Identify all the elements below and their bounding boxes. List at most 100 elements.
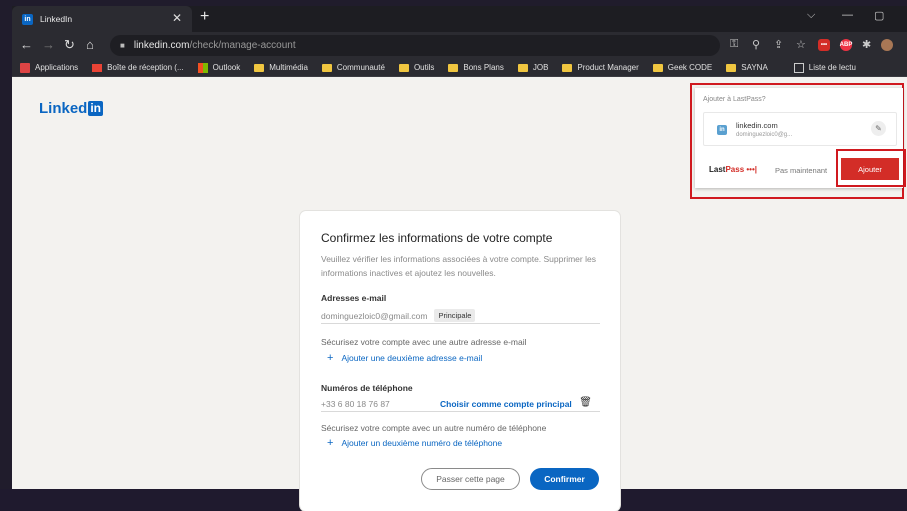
tab-linkedin[interactable]: in LinkedIn ✕ [12,6,192,32]
bookmark-label: Boîte de réception (... [107,63,184,72]
gmail-icon [92,63,103,72]
lastpass-user: dominguezloic0@g... [736,132,793,138]
bookmark-folder[interactable]: Outils [398,63,435,72]
folder-icon [448,63,459,72]
edit-pencil-icon[interactable]: ✎ [871,121,886,136]
profile-avatar[interactable] [881,39,893,51]
bookmark-folder[interactable]: Bons Plans [448,63,504,72]
lastpass-site-item[interactable]: in linkedin.com dominguezloic0@g... ✎ [703,112,897,146]
folder-icon [652,63,663,72]
bookmark-folder[interactable]: SAYNA [726,63,768,72]
extensions-puzzle-icon[interactable]: ✱ [862,38,871,51]
phone-section-title: Numéros de téléphone [321,383,413,393]
maximize-icon[interactable]: ▢ [874,9,884,22]
bookmark-label: Multimédia [269,63,308,72]
bookmark-label: Applications [35,63,79,72]
bookmark-folder[interactable]: JOB [517,63,549,72]
bookmark-folder[interactable]: Communauté [321,63,385,72]
star-icon[interactable]: ☆ [796,38,806,51]
bookmark-folder[interactable]: Product Manager [562,63,639,72]
email-value: dominguezloic0@gmail.com [321,310,428,321]
bookmark-applications[interactable]: Applications [20,62,79,73]
bookmark-label: Outlook [212,63,241,72]
folder-icon [398,63,409,72]
url-path: /check/manage-account [189,40,296,51]
lastpass-title: Ajouter à LastPass? [703,96,766,103]
back-arrow-icon[interactable]: ← [20,37,33,52]
browser-window: in LinkedIn ✕ + ⌵ — ▢ ← → ↻ ⌂ ■ linkedin… [0,0,907,511]
bookmark-folder[interactable]: Geek CODE [652,63,713,72]
brand-suffix: Pass [725,165,745,174]
bookmark-label: SAYNA [741,63,768,72]
phone-note: Sécurisez votre compte avec un autre num… [321,423,547,433]
phone-row: +33 6 80 18 76 87 Choisir comme compte p… [321,396,600,412]
not-now-button[interactable]: Pas maintenant [775,166,827,175]
tab-title: LinkedIn [40,14,73,24]
home-icon[interactable]: ⌂ [86,37,94,52]
email-row: dominguezloic0@gmail.com Principale [321,308,600,324]
tab-strip: in LinkedIn ✕ + ⌵ — ▢ [12,6,907,32]
forward-arrow-icon[interactable]: → [42,37,55,52]
brand-prefix: Last [709,165,726,174]
chevron-down-icon[interactable]: ⌵ [807,9,815,22]
plus-icon: + [327,352,334,364]
brand-dots: •••| [746,165,758,174]
logo-text: Linked [39,100,88,117]
bookmarks-bar: Applications Boîte de réception (... Out… [12,59,907,77]
adblock-extension-icon[interactable]: ABP [840,39,852,51]
bookmark-label: Communauté [336,63,385,72]
bookmark-gmail[interactable]: Boîte de réception (... [92,63,184,72]
card-title: Confirmez les informations de votre comp… [321,231,553,245]
minimize-icon[interactable]: — [842,9,853,21]
card-description: Veuillez vérifier les informations assoc… [321,254,596,278]
email-section-title: Adresses e-mail [321,293,387,303]
bookmark-label: Bons Plans [463,63,504,72]
add-email-label: Ajouter une deuxième adresse e-mail [341,353,483,363]
lastpass-add-button[interactable]: Ajouter [841,158,899,180]
folder-icon [321,63,332,72]
lastpass-site: linkedin.com [736,121,778,130]
bookmark-reading-list[interactable]: Liste de lectu [793,62,856,73]
bookmark-folder[interactable]: Multimédia [254,63,308,72]
primary-badge: Principale [434,309,476,322]
folder-icon [726,63,737,72]
bookmark-label: Outils [413,63,435,72]
zoom-icon[interactable]: ⚲ [752,38,760,51]
linkedin-favicon-icon: in [717,125,727,135]
folder-icon [517,63,528,72]
make-primary-link[interactable]: Choisir comme compte principal [440,399,572,409]
add-phone-link[interactable]: + Ajouter un deuxième numéro de téléphon… [321,438,600,449]
lastpass-extension-icon[interactable]: ••• [818,39,830,51]
browser-toolbar: ← → ↻ ⌂ ■ linkedin.com /check/manage-acc… [12,32,907,59]
key-icon[interactable]: ⚿ [730,38,738,51]
email-note: Sécurisez votre compte avec une autre ad… [321,337,527,347]
linkedin-logo[interactable]: Linked in [39,100,104,117]
lock-icon: ■ [120,41,125,50]
add-phone-label: Ajouter un deuxième numéro de téléphone [341,438,503,448]
url-host: linkedin.com [133,40,190,51]
reload-icon[interactable]: ↻ [64,37,75,53]
bookmark-label: Geek CODE [667,63,713,72]
card-actions: Passer cette page Confirmer [421,468,599,490]
reading-list-icon [793,62,804,73]
confirm-button[interactable]: Confirmer [530,468,599,490]
share-icon[interactable]: ⇪ [774,38,783,51]
address-bar[interactable]: ■ linkedin.com /check/manage-account [110,35,720,56]
skip-button[interactable]: Passer cette page [421,468,520,490]
linkedin-favicon-icon: in [22,13,33,25]
trash-icon[interactable]: 🗑 [579,397,592,408]
microsoft-icon [197,62,208,73]
logo-in-badge: in [88,101,104,116]
bookmark-label: JOB [532,63,549,72]
phone-value: +33 6 80 18 76 87 [321,398,390,409]
bookmark-label: Liste de lectu [808,63,856,72]
new-tab-button[interactable]: + [200,8,209,26]
folder-icon [562,63,573,72]
folder-icon [254,63,265,72]
close-icon[interactable]: ✕ [172,11,182,25]
lastpass-logo: LastPass •••| [709,165,757,174]
add-email-link[interactable]: + Ajouter une deuxième adresse e-mail [321,352,600,364]
apps-icon [20,62,30,73]
bookmark-outlook[interactable]: Outlook [197,62,241,73]
confirm-account-card: Confirmez les informations de votre comp… [300,211,620,511]
